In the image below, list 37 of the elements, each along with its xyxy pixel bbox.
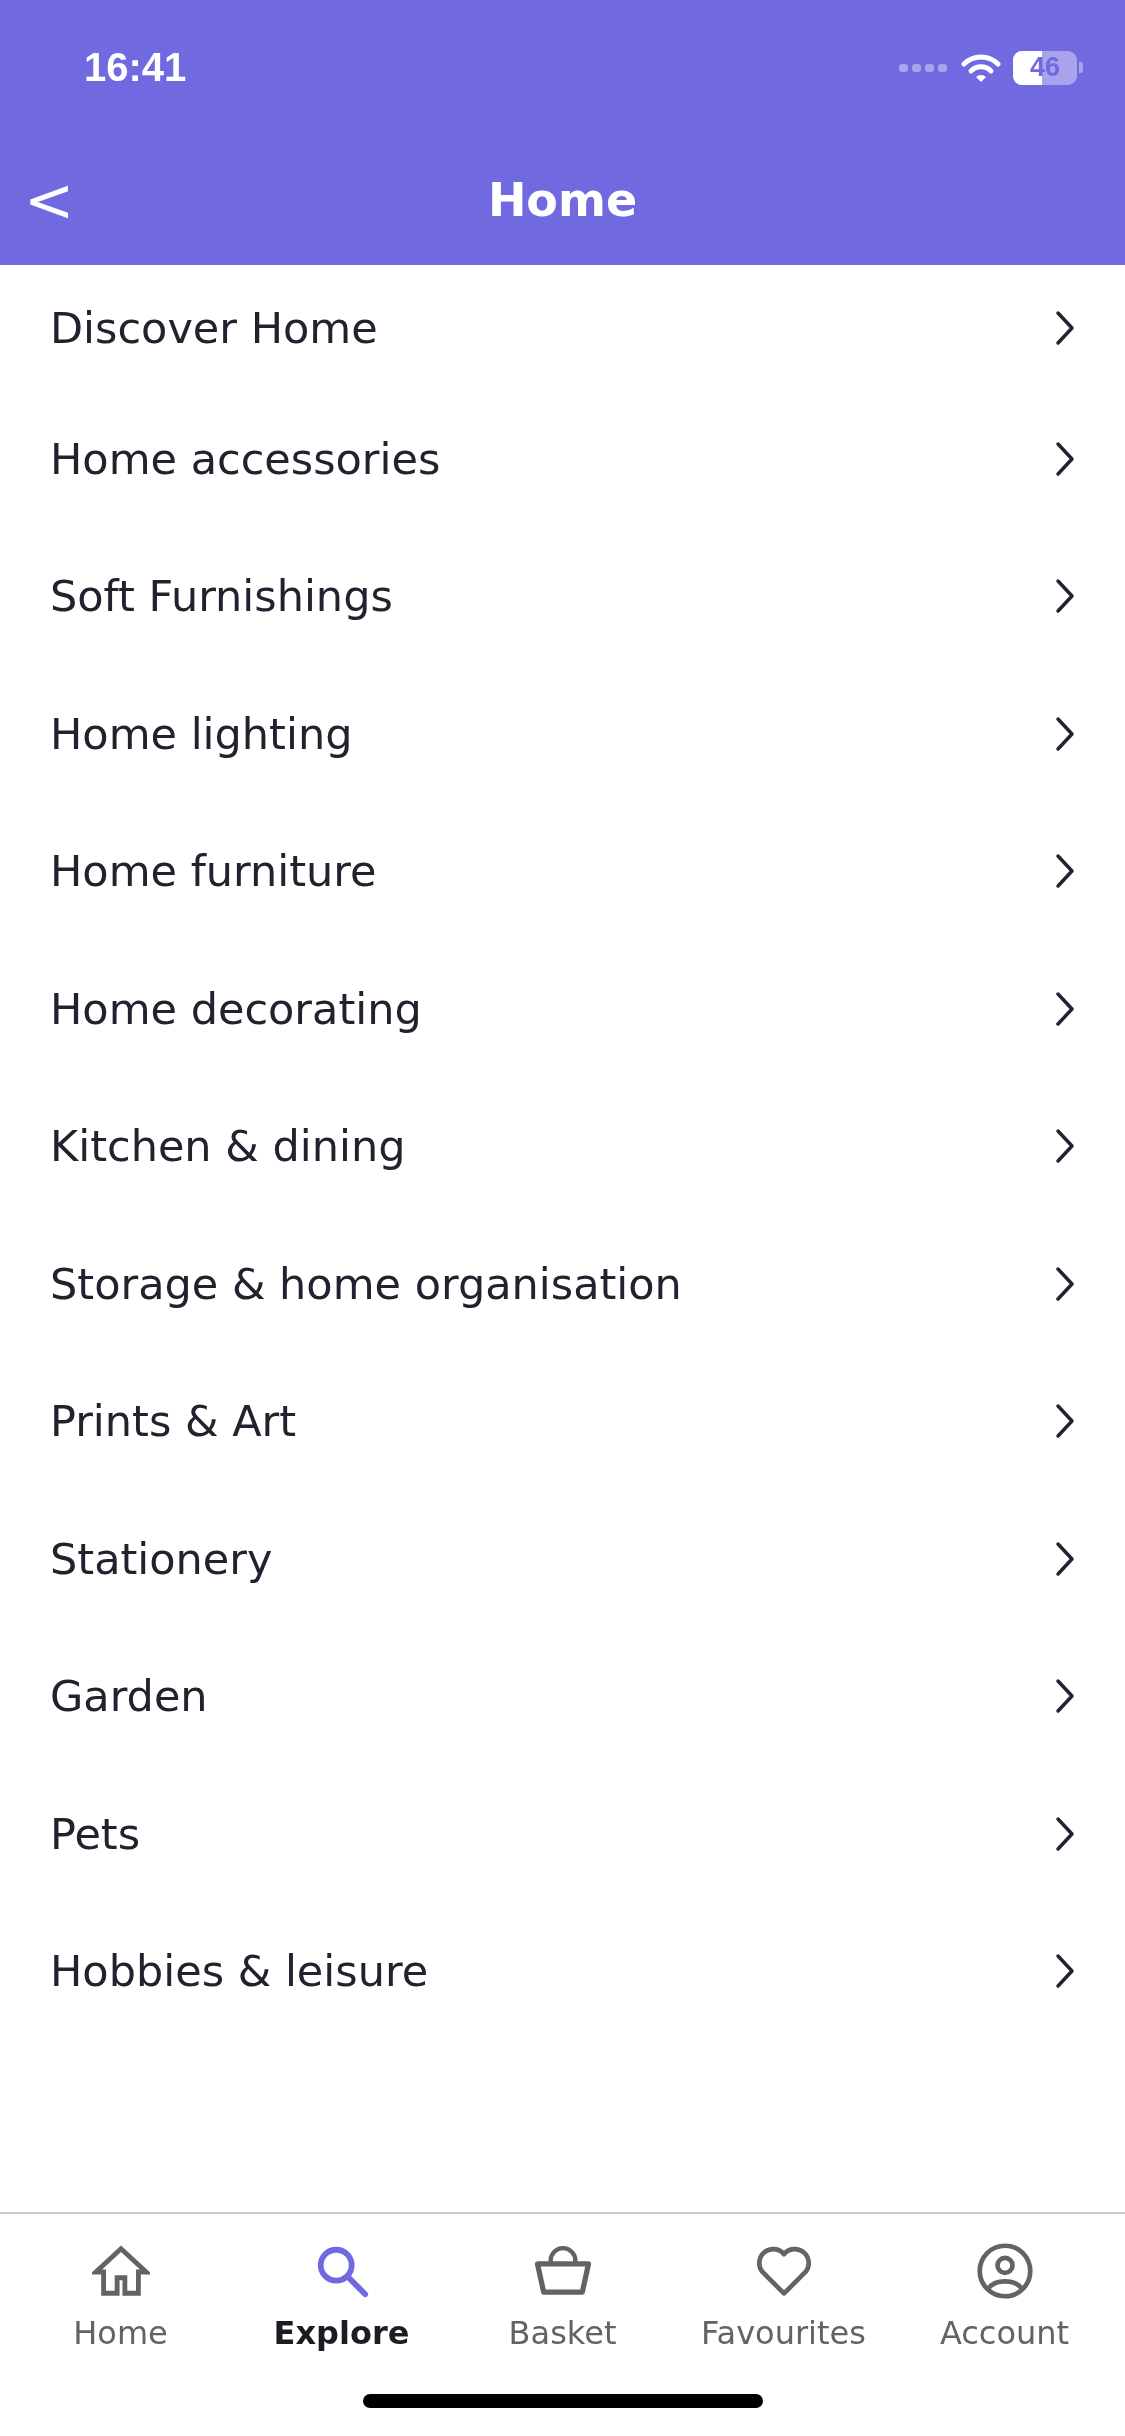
- category-item[interactable]: Home decorating: [0, 940, 1125, 1078]
- chevron-icon: [1055, 1265, 1075, 1302]
- tab-button[interactable]: Favourites: [701, 2314, 866, 2352]
- chevron-icon: [1055, 440, 1075, 477]
- tab-button[interactable]: Explore: [273, 2314, 410, 2352]
- category-item[interactable]: Storage & home organisation: [0, 1215, 1125, 1353]
- chevron-icon: [1055, 1403, 1075, 1440]
- category-item[interactable]: Kitchen & dining: [0, 1077, 1125, 1215]
- back-button[interactable]: <: [14, 170, 85, 230]
- chevron-icon: [1055, 1128, 1075, 1165]
- category-item[interactable]: Pets: [0, 1765, 1125, 1903]
- tab-button[interactable]: Basket: [508, 2314, 617, 2352]
- category-item[interactable]: Discover Home: [0, 265, 1125, 390]
- chevron-icon: [1055, 853, 1075, 890]
- page-title: Home: [487, 173, 638, 227]
- user-icon: [975, 2242, 1034, 2300]
- category-item[interactable]: Garden: [0, 1627, 1125, 1765]
- status-time: 16:41: [84, 45, 187, 90]
- chevron-icon: [1055, 1815, 1075, 1852]
- chevron-icon: [1055, 1678, 1075, 1715]
- category-item[interactable]: Stationery: [0, 1490, 1125, 1628]
- signal-icon: [899, 61, 949, 74]
- category-item[interactable]: Home furniture: [0, 802, 1125, 940]
- category-item[interactable]: Home lighting: [0, 665, 1125, 803]
- chevron-icon: [1055, 990, 1075, 1027]
- chevron-icon: [1055, 715, 1075, 752]
- tab-button[interactable]: Account: [939, 2314, 1070, 2352]
- tab-button[interactable]: Home: [73, 2314, 168, 2352]
- category-item[interactable]: Hobbies & leisure: [0, 1902, 1125, 2040]
- category-item[interactable]: Prints & Art: [0, 1352, 1125, 1490]
- chevron-icon: [1055, 1540, 1075, 1577]
- chevron-icon: [1055, 578, 1075, 615]
- category-item[interactable]: Soft Furnishings: [0, 527, 1125, 665]
- chevron-icon: [1055, 1953, 1075, 1990]
- chevron-icon: [1055, 309, 1075, 346]
- wifi-icon: [961, 52, 1001, 83]
- category-item[interactable]: Home accessories: [0, 390, 1125, 528]
